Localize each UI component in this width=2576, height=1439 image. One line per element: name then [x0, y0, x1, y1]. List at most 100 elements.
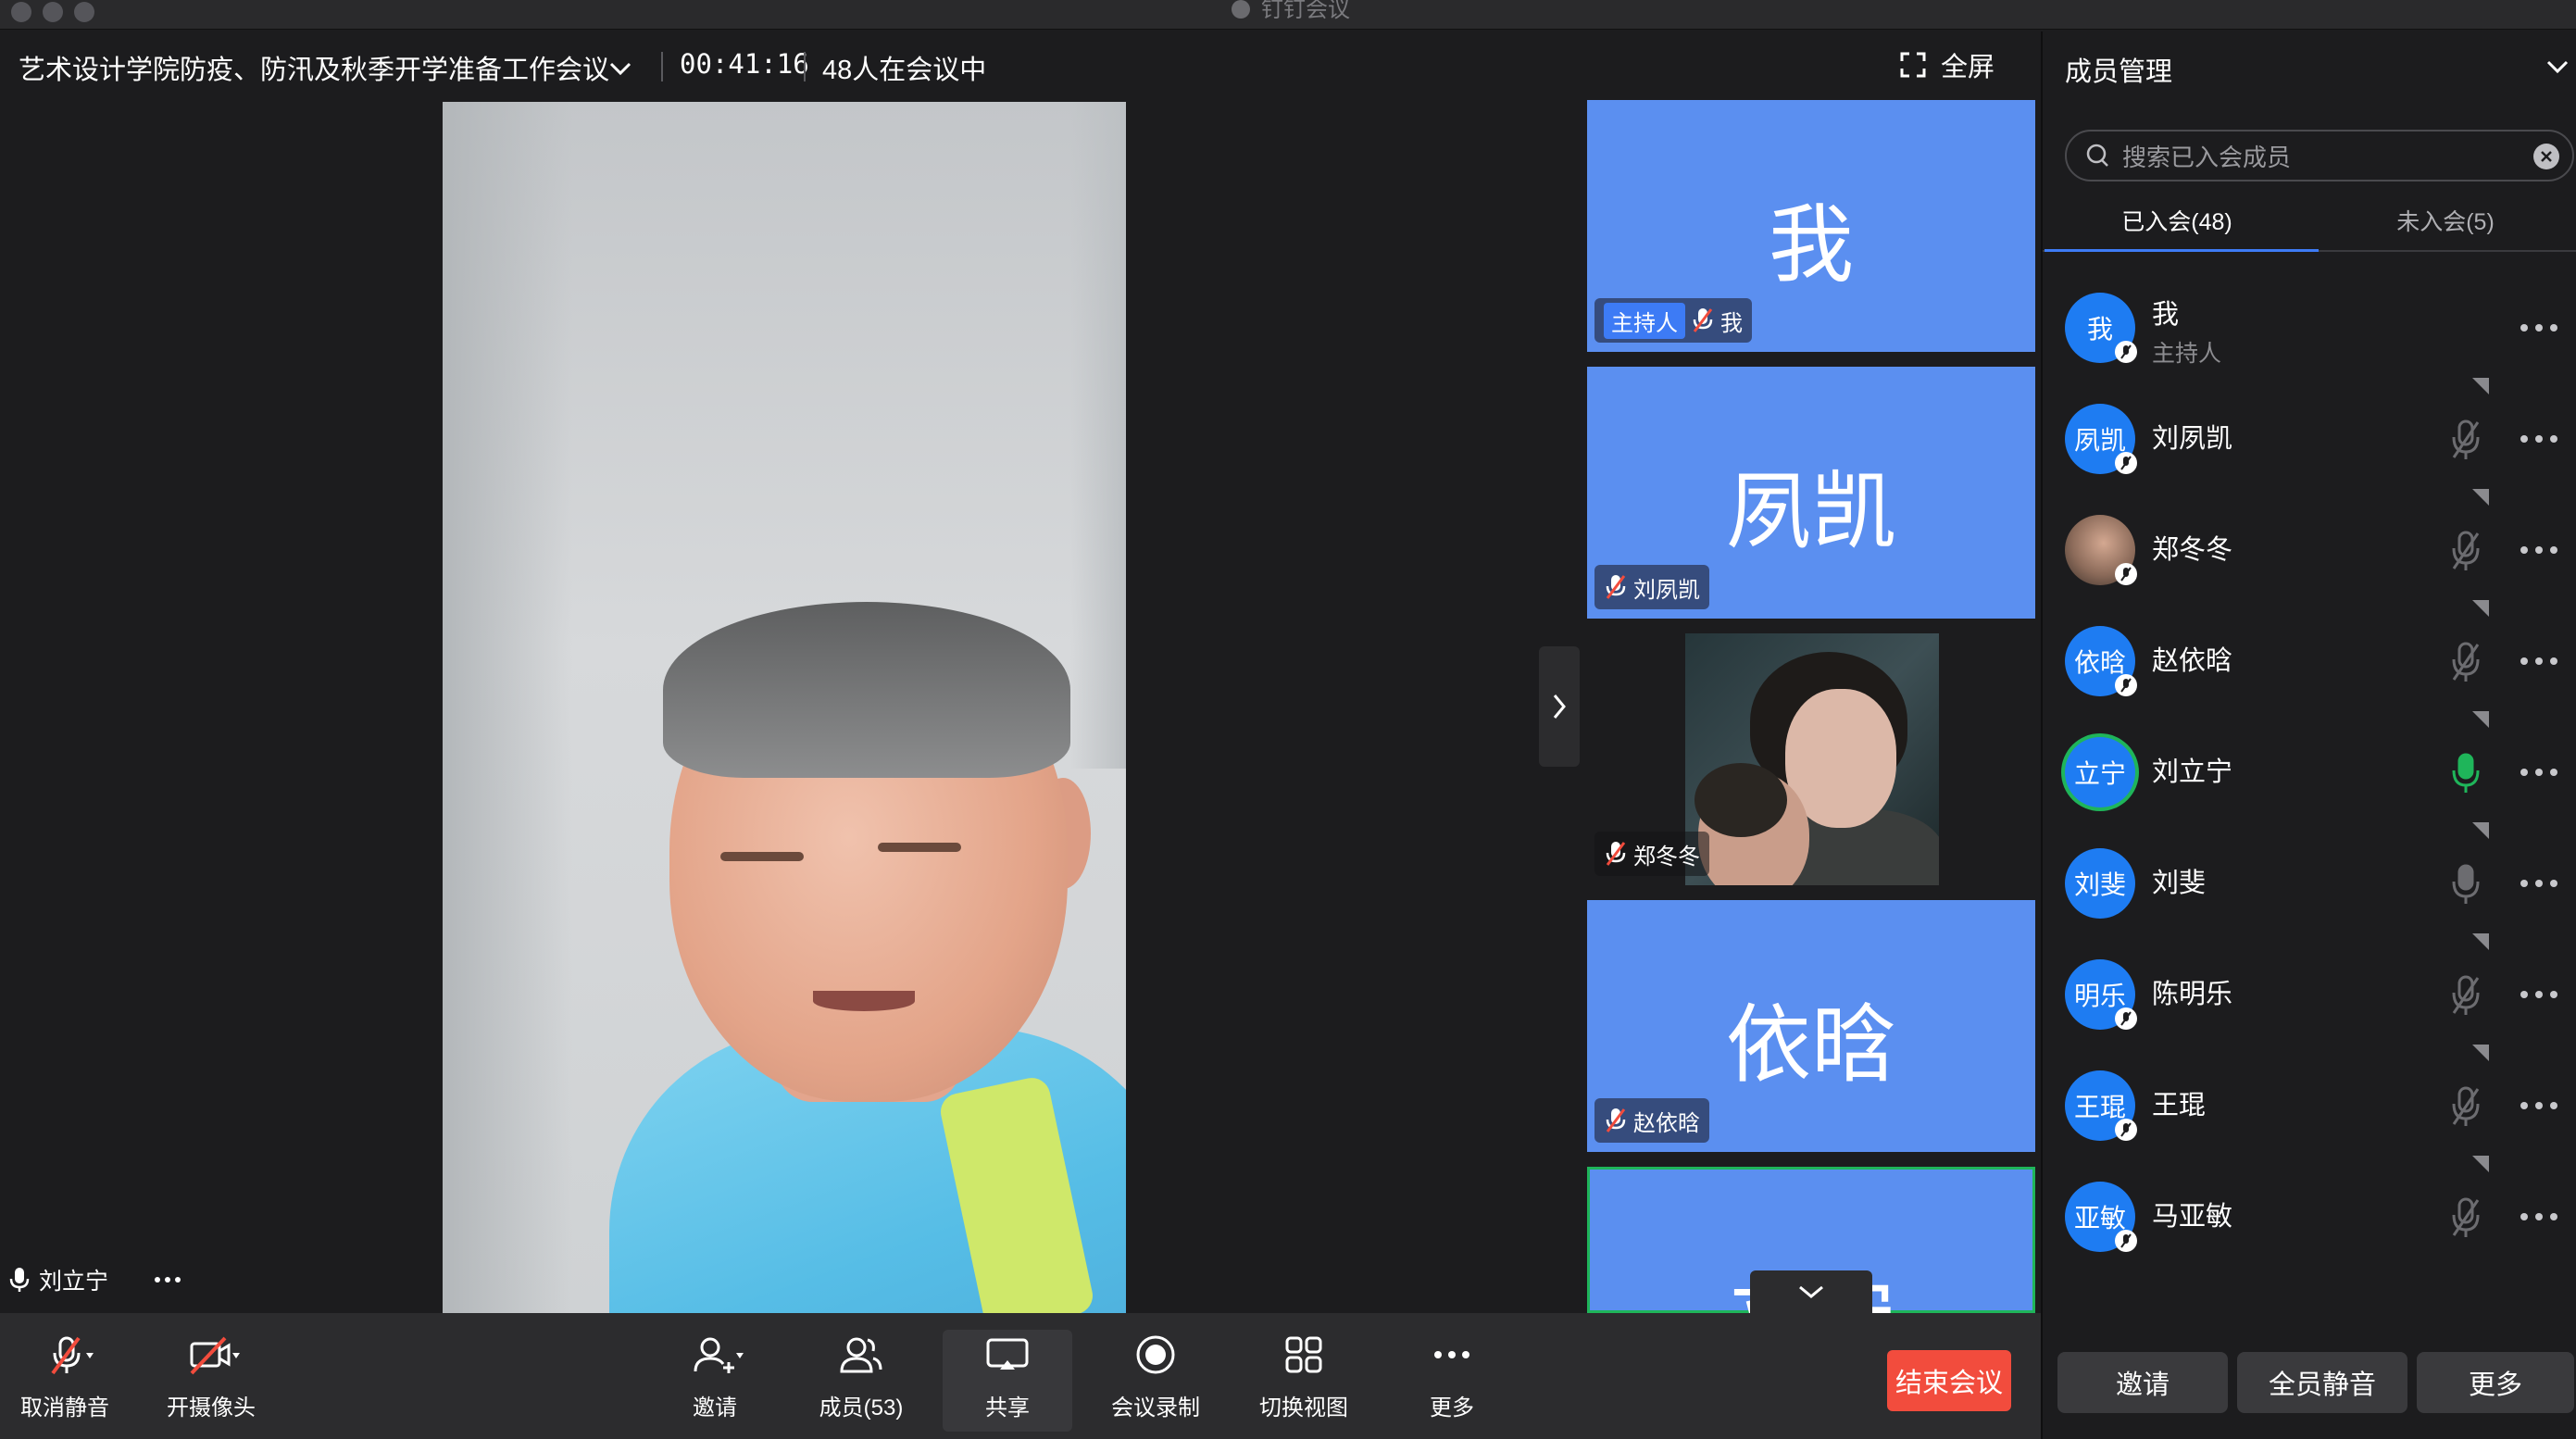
more-label: 更多 [1430, 1395, 1474, 1420]
member-more-icon[interactable] [2513, 532, 2565, 569]
muted-mic-icon[interactable] [2445, 1083, 2487, 1130]
mute-all-button[interactable]: 全员静音 [2237, 1352, 2407, 1413]
video-tile[interactable]: 郑冬冬 [1587, 633, 2035, 885]
member-name: 刘夙凯 [2152, 424, 2233, 454]
muted-mic-icon[interactable] [2445, 972, 2487, 1019]
member-name: 陈明乐 [2152, 980, 2233, 1009]
meeting-toolbar: 取消静音 开摄像头 邀请 成员(53) 共享 会议录制 切换视图 更多 [0, 1313, 2041, 1439]
more-button[interactable]: 更多 [1387, 1330, 1517, 1432]
muted-mic-icon[interactable] [2445, 639, 2487, 685]
meeting-info-chevron-icon[interactable] [604, 52, 637, 85]
microphone-icon[interactable] [2445, 750, 2487, 796]
video-tile[interactable]: 依晗 赵依晗 [1587, 900, 2035, 1152]
tile-name-tag: 刘夙凯 [1594, 565, 1709, 609]
scroll-tiles-down-button[interactable] [1750, 1270, 1872, 1313]
member-more-icon[interactable] [2513, 309, 2565, 346]
video-tile[interactable]: 我 主持人 我 [1587, 100, 2035, 352]
grid-view-icon [1285, 1336, 1322, 1373]
member-search-input[interactable]: 搜索已入会成员 [2065, 130, 2574, 181]
close-window-button[interactable] [11, 2, 31, 22]
muted-badge-icon [2115, 674, 2137, 696]
member-row[interactable]: 依晗 赵依晗 [2043, 600, 2576, 717]
app-title: 钉钉会议 [1232, 0, 1350, 22]
camera-button[interactable]: 开摄像头 [146, 1330, 276, 1432]
chevron-right-icon [1553, 694, 1566, 719]
corner-marker-icon [2472, 378, 2489, 394]
muted-badge-icon [2115, 1007, 2137, 1030]
member-name: 刘立宁 [2152, 757, 2233, 787]
collapse-tiles-button[interactable] [1539, 646, 1580, 767]
microphone-icon[interactable] [2445, 861, 2487, 907]
muted-mic-icon[interactable] [2445, 528, 2487, 574]
video-person [1694, 763, 1787, 837]
divider [661, 52, 663, 81]
corner-marker-icon [2472, 822, 2489, 839]
minimize-window-button[interactable] [43, 2, 63, 22]
clear-search-icon[interactable] [2533, 144, 2559, 169]
member-more-icon[interactable] [2513, 420, 2565, 457]
muted-mic-icon[interactable] [2445, 417, 2487, 463]
end-meeting-button[interactable]: 结束会议 [1887, 1350, 2011, 1411]
app-title-text: 钉钉会议 [1261, 0, 1350, 22]
fullscreen-button[interactable]: 全屏 [1900, 44, 1995, 85]
member-name: 刘斐 [2152, 869, 2207, 898]
member-row[interactable]: 刘斐 刘斐 [2043, 822, 2576, 939]
tile-avatar-text: 依晗 [1725, 998, 1896, 1093]
door-edge [1070, 102, 1126, 769]
host-badge: 主持人 [1604, 302, 1685, 339]
member-more-icon[interactable] [2513, 976, 2565, 1013]
tab-joined[interactable]: 已入会(48) [2043, 204, 2311, 237]
muted-badge-icon [2115, 1230, 2137, 1252]
zoom-window-button[interactable] [74, 2, 94, 22]
wall-shading [443, 102, 572, 1313]
tab-not-joined[interactable]: 未入会(5) [2311, 204, 2576, 237]
member-name: 赵依晗 [2152, 646, 2233, 676]
share-button[interactable]: 共享 [943, 1330, 1072, 1432]
speaker-eye [878, 843, 961, 852]
muted-mic-icon[interactable] [2445, 1195, 2487, 1241]
member-row[interactable]: 郑冬冬 [2043, 489, 2576, 606]
divider [804, 52, 806, 81]
member-more-icon[interactable] [2513, 643, 2565, 680]
search-icon [2086, 144, 2108, 167]
member-row[interactable]: 夙凯 刘夙凯 [2043, 378, 2576, 494]
member-more-icon[interactable] [2513, 754, 2565, 791]
member-role: 主持人 [2152, 341, 2222, 367]
avatar: 刘斐 [2065, 848, 2135, 919]
speaker-hair [663, 602, 1070, 778]
speaker-more-button[interactable] [148, 1259, 187, 1300]
meeting-timer: 00:41:16 [680, 48, 809, 80]
member-more-icon[interactable] [2513, 1198, 2565, 1235]
active-speaker-name: 刘立宁 [39, 1269, 109, 1295]
share-screen-icon [986, 1338, 1029, 1370]
video-tile[interactable]: 夙凯 刘夙凯 [1587, 367, 2035, 619]
record-button[interactable]: 会议录制 [1091, 1330, 1220, 1432]
avatar: 立宁 [2065, 737, 2135, 807]
main-stage [0, 102, 1574, 1313]
corner-marker-icon [2472, 711, 2489, 728]
invite-button[interactable]: 邀请 [650, 1330, 780, 1432]
member-row[interactable]: 我我主持人 [2043, 272, 2576, 383]
member-row[interactable]: 立宁 刘立宁 [2043, 711, 2576, 828]
panel-collapse-chevron-icon[interactable] [2541, 50, 2574, 83]
muted-badge-icon [2115, 563, 2137, 585]
more-dots-icon [1434, 1351, 1469, 1358]
panel-more-button[interactable]: 更多 [2417, 1352, 2574, 1413]
muted-mic-icon [1606, 1108, 1626, 1132]
tile-participant-name: 刘夙凯 [1633, 577, 1700, 603]
speaker-video[interactable] [443, 102, 1126, 1313]
member-row[interactable]: 明乐 陈明乐 [2043, 933, 2576, 1050]
meeting-title: 艺术设计学院防疫、防汛及秋季开学准备工作会议 [19, 56, 610, 85]
switch-view-button[interactable]: 切换视图 [1239, 1330, 1369, 1432]
unmute-button[interactable]: 取消静音 [0, 1330, 130, 1432]
member-row[interactable]: 王琨 王琨 [2043, 1045, 2576, 1161]
member-more-icon[interactable] [2513, 865, 2565, 902]
muted-mic-icon [51, 1336, 94, 1375]
member-more-icon[interactable] [2513, 1087, 2565, 1124]
member-row[interactable]: 亚敏 马亚敏 [2043, 1156, 2576, 1272]
panel-invite-button[interactable]: 邀请 [2057, 1352, 2228, 1413]
panel-title: 成员管理 [2065, 57, 2173, 87]
members-button[interactable]: 成员(53) [796, 1330, 926, 1432]
tile-name-tag: 主持人 我 [1594, 298, 1752, 343]
meeting-header: 艺术设计学院防疫、防汛及秋季开学准备工作会议 00:41:16 48人在会议中 … [0, 31, 2037, 102]
